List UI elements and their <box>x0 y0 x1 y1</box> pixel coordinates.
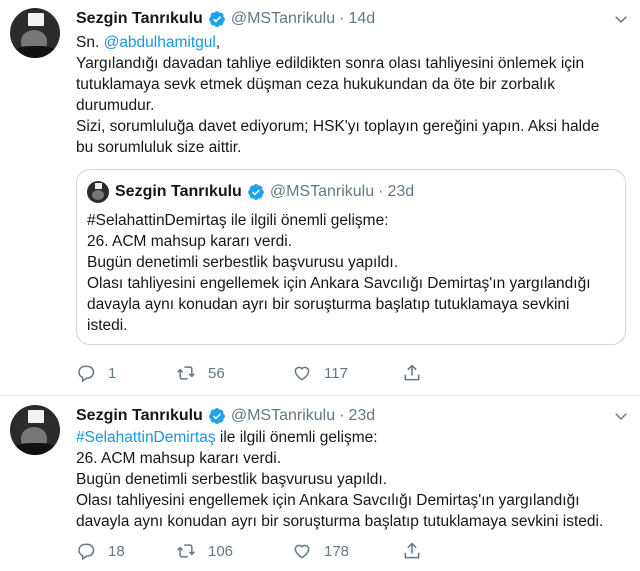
separator-dot: · <box>339 407 345 424</box>
avatar[interactable] <box>10 405 60 455</box>
quoted-tweet-time: 23d <box>387 183 415 200</box>
tweet[interactable]: Sezgin Tanrıkulu @MSTanrikulu · 14d Sn. … <box>0 0 640 396</box>
quoted-author-name: Sezgin Tanrıkulu <box>115 183 242 200</box>
mention-link[interactable]: @abdulhamitgul <box>104 34 216 51</box>
text-segment: , <box>215 34 221 51</box>
text-line: #SelahattinDemirtaş ile ilgili önemli ge… <box>87 212 389 229</box>
separator-dot: · <box>378 183 384 200</box>
like-icon <box>294 544 310 559</box>
retweet-count: 106 <box>208 542 234 560</box>
text-line: istedi. <box>87 317 128 334</box>
text-line: davayla aynı konudan ayrı bir soruşturma… <box>87 296 570 313</box>
like-button[interactable]: 117 <box>292 363 402 383</box>
retweet-count: 56 <box>208 364 225 382</box>
text-line: tutuklamaya sevk etmek düşman ceza hukuk… <box>76 76 556 93</box>
retweet-button[interactable]: 106 <box>176 541 292 561</box>
text-line: Olası tahliyesini engellemek için Ankara… <box>87 275 591 292</box>
verified-badge-icon <box>208 408 225 424</box>
text-line: Olası tahliyesini engellemek için Ankara… <box>76 492 580 509</box>
like-count: 178 <box>324 542 350 560</box>
author-handle[interactable]: @MSTanrikulu <box>231 10 335 28</box>
share-icon <box>404 542 420 559</box>
text-line: durumudur. <box>76 97 155 114</box>
reply-button[interactable]: 1 <box>76 363 176 383</box>
author-handle[interactable]: @MSTanrikulu <box>231 407 335 425</box>
like-icon <box>294 366 310 381</box>
tweet-time[interactable]: 23d <box>348 407 375 425</box>
quoted-tweet-header: Sezgin Tanrıkulu @MSTanrikulu · 23d <box>115 181 414 203</box>
quoted-tweet-text: #SelahattinDemirtaş ile ilgili önemli ge… <box>87 210 591 336</box>
tweet-time[interactable]: 14d <box>348 10 375 28</box>
tweet-actions: 1 56 117 <box>76 361 422 385</box>
text-line: 26. ACM mahsup kararı verdi. <box>87 233 293 250</box>
tweet[interactable]: Sezgin Tanrıkulu @MSTanrikulu · 23d #Sel… <box>0 397 640 571</box>
retweet-icon <box>177 544 195 558</box>
reply-icon <box>78 365 95 383</box>
tweet-actions: 18 106 178 <box>76 539 422 563</box>
like-button[interactable]: 178 <box>292 541 402 561</box>
text-segment: Sn. <box>76 34 104 51</box>
text-line: Sizi, sorumluluğa davet ediyorum; HSK'yı… <box>76 118 600 135</box>
reply-button[interactable]: 18 <box>76 541 176 561</box>
text-line: Bugün denetimli serbestlik başvurusu yap… <box>87 254 399 271</box>
reply-count: 1 <box>108 364 117 382</box>
tweet-header: Sezgin Tanrıkulu @MSTanrikulu · 23d <box>76 405 375 427</box>
like-count: 117 <box>324 364 348 382</box>
reply-icon <box>78 543 95 561</box>
hashtag-link[interactable]: #SelahattinDemirtaş <box>76 429 216 446</box>
text-line: Yargılandığı davadan tahliye edildikten … <box>76 55 585 72</box>
separator-dot: · <box>339 10 345 27</box>
retweet-icon <box>177 366 195 380</box>
share-button[interactable] <box>402 363 422 383</box>
retweet-button[interactable]: 56 <box>176 363 292 383</box>
caret-down-icon[interactable] <box>612 10 630 28</box>
verified-badge-icon <box>247 184 264 200</box>
text-line: davayla aynı konudan ayrı bir soruşturma… <box>76 513 604 530</box>
text-line: bu sorumluluk size aittir. <box>76 139 242 156</box>
tweet-text: Sn. @abdulhamitgul, Yargılandığı davadan… <box>76 32 628 158</box>
tweet-header: Sezgin Tanrıkulu @MSTanrikulu · 14d <box>76 8 375 30</box>
caret-down-icon[interactable] <box>612 407 630 425</box>
text-line: 26. ACM mahsup kararı verdi. <box>76 450 282 467</box>
share-button[interactable] <box>402 541 422 561</box>
reply-count: 18 <box>108 542 125 560</box>
quoted-avatar <box>87 181 109 203</box>
author-name[interactable]: Sezgin Tanrıkulu <box>76 10 203 28</box>
tweet-text: #SelahattinDemirtaş ile ilgili önemli ge… <box>76 427 628 532</box>
quoted-tweet[interactable]: Sezgin Tanrıkulu @MSTanrikulu · 23d #Sel… <box>76 169 626 345</box>
text-segment: ile ilgili önemli gelişme: <box>215 429 378 446</box>
author-name[interactable]: Sezgin Tanrıkulu <box>76 407 203 425</box>
share-icon <box>404 364 420 381</box>
verified-badge-icon <box>208 11 225 27</box>
quoted-author-handle: @MSTanrikulu <box>269 183 375 200</box>
avatar[interactable] <box>10 8 60 58</box>
text-line: Bugün denetimli serbestlik başvurusu yap… <box>76 471 388 488</box>
